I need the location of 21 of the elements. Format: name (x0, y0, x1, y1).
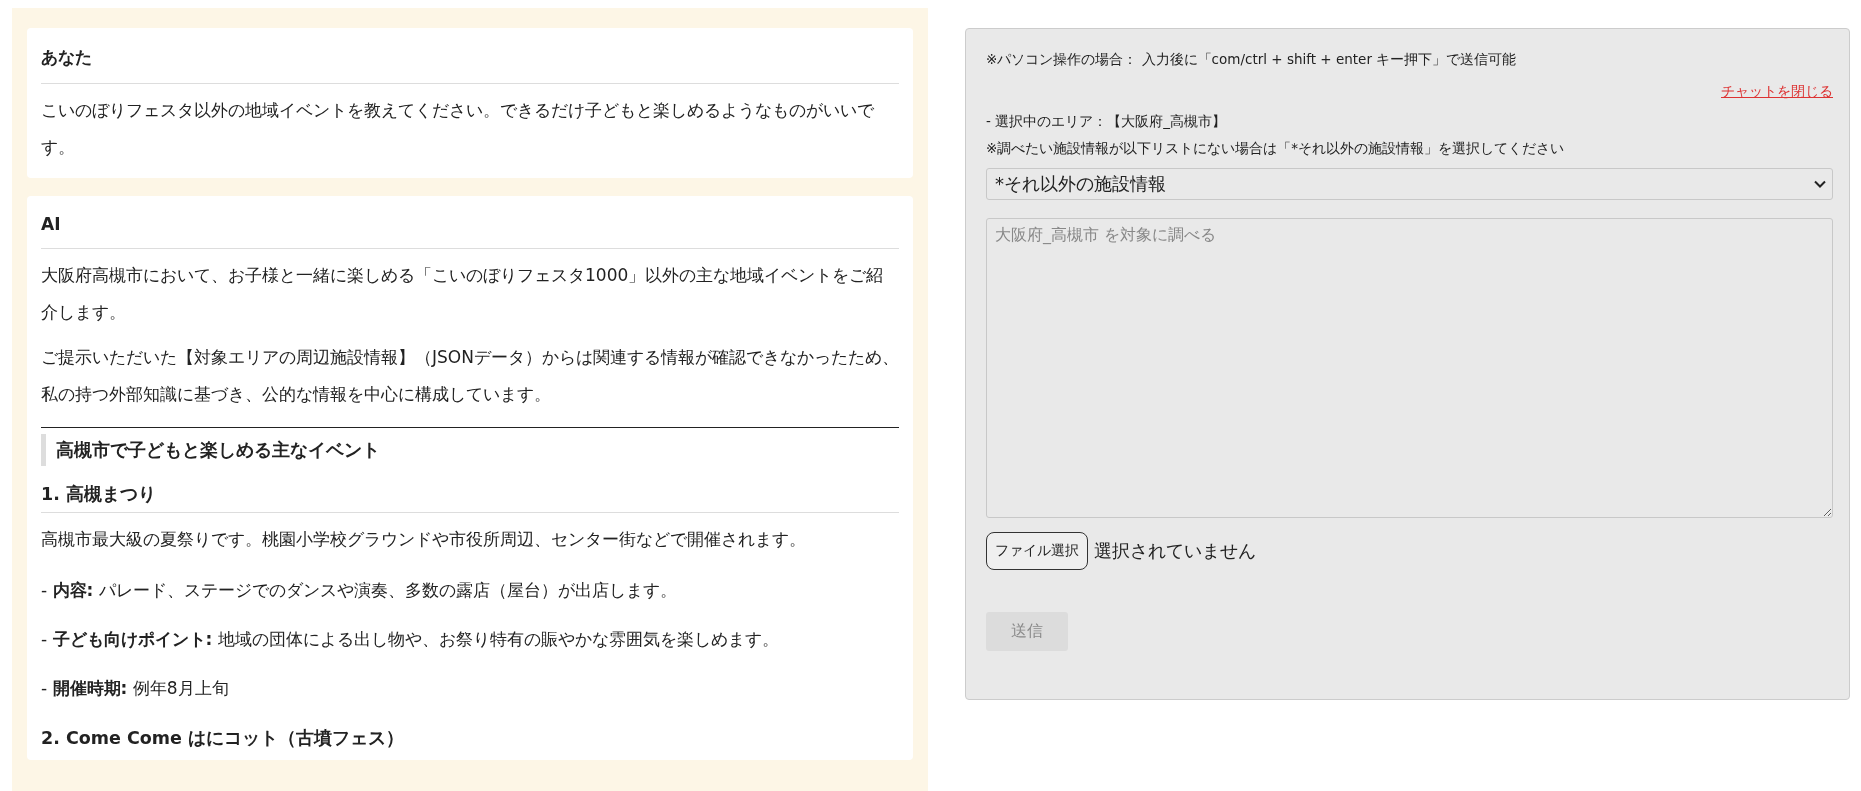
query-input-field[interactable]: 大阪府_高槻市 を対象に調べる (986, 218, 1833, 518)
bullet-item: - 開催時期: 例年8月上旬 (41, 677, 230, 700)
message-paragraph: 高槻市最大級の夏祭りです。桃園小学校グラウンドや市役所周辺、センター街などで開催されます。 (41, 528, 807, 551)
shortcut-note: ※パソコン操作の場合： 入力後に「com/ctrl + shift + enter キー押下」で送信可能 (986, 51, 1518, 69)
select-hint: ※調べたい施設情報が以下リストにない場合は「*それ以外の施設情報」を選択してください (986, 140, 1566, 158)
subheading: 2. Come Come はにコット（古墳フェス） (41, 727, 406, 750)
bullet-item: - 子ども向けポイント: 地域の団体による出し物や、お祭り特有の賑やかな雰囲気を楽しめます。 (41, 628, 780, 651)
message-paragraph: こいのぼりフェスタ以外の地域イベントを教えてください。できるだけ子どもと楽しめるようなものがいいです。 (41, 99, 875, 159)
subheading: 1. 高槻まつり (41, 466, 899, 513)
sender-label: あなた (41, 34, 899, 84)
sender-label: AI (41, 202, 899, 249)
message-paragraph: 大阪府高槻市において、お子様と一緒に楽しめる「こいのぼりフェスタ1000」以外の主な地域イベントをご紹介します。 (41, 264, 885, 324)
file-select-button[interactable]: ファイル選択 (986, 532, 1088, 570)
chevron-down-icon (1814, 180, 1826, 188)
message-paragraph: ご提示いただいた【対象エリアの周辺施設情報】（JSONデータ）からは関連する情報が確認できなかったため、私の持つ外部知識に基づき、公的な情報を中心に構成しています。 (41, 346, 899, 406)
file-status: 選択されていません (1094, 539, 1256, 563)
section-heading: 高槻市で子どもと楽しめる主なイベント (41, 434, 899, 466)
facility-select[interactable]: *それ以外の施設情報 (986, 168, 1833, 200)
area-label: - 選択中のエリア：【大阪府_高槻市】 (986, 113, 1227, 131)
bullet-item: - 内容: パレード、ステージでのダンスや演奏、多数の露店（屋台）が出店します。 (41, 579, 678, 602)
close-chat-link[interactable]: チャットを閉じる (1721, 83, 1833, 101)
